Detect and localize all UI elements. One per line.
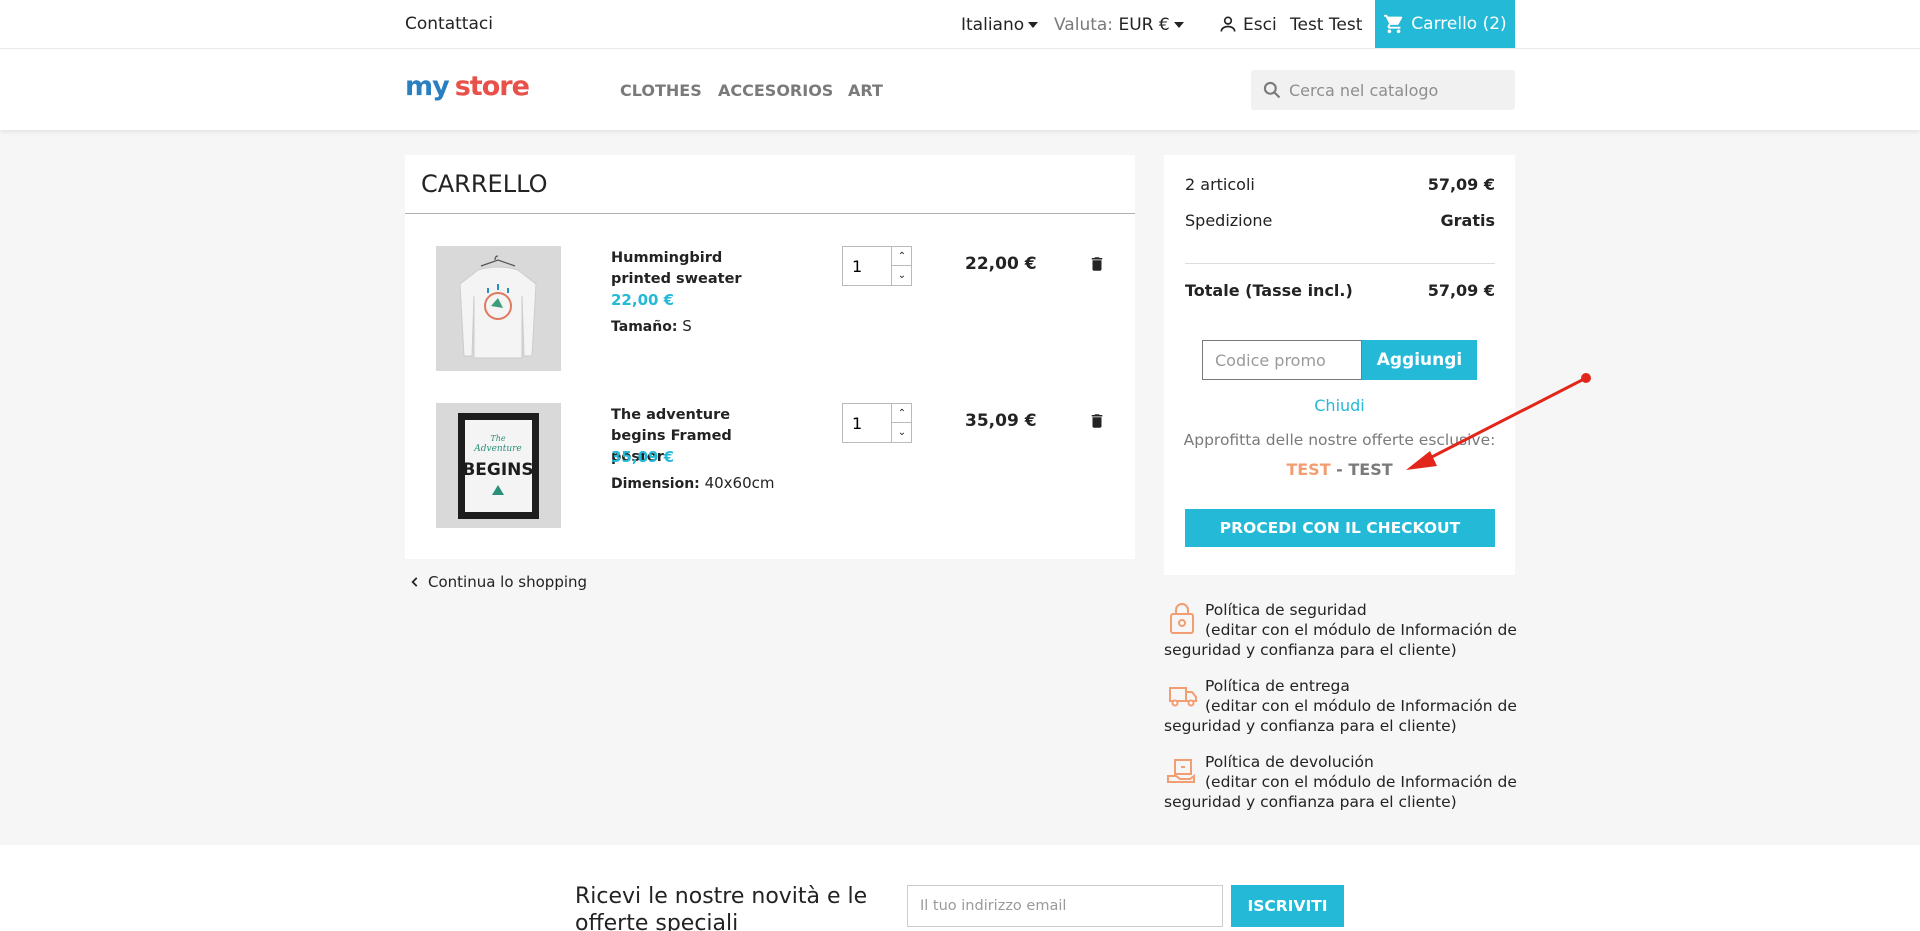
- offer-code-row: TEST - TEST: [1164, 460, 1515, 479]
- product-name[interactable]: Hummingbird printed sweater: [611, 248, 781, 290]
- cart-button[interactable]: Carrello (2): [1375, 0, 1515, 48]
- newsletter-email-input[interactable]: [907, 885, 1223, 927]
- divider: [1185, 263, 1495, 264]
- continue-shopping-label: Continua lo shopping: [428, 573, 588, 591]
- reassurance-title: Política de devolución: [1205, 753, 1374, 771]
- quantity-input[interactable]: [843, 404, 891, 442]
- main-header: my store CLOTHES ACCESORIOS ART: [0, 49, 1920, 130]
- chevron-left-icon: [411, 577, 418, 587]
- product-image-sweater[interactable]: [436, 246, 561, 371]
- reassurance-desc: (editar con el módulo de Información de …: [1164, 621, 1517, 659]
- reassurance-title: Política de seguridad: [1205, 601, 1367, 619]
- product-unit-price: 22,00 €: [611, 291, 675, 309]
- product-line-total: 35,09 €: [965, 411, 1037, 431]
- checkout-button[interactable]: PROCEDI CON IL CHECKOUT: [1185, 509, 1495, 547]
- cart-item: The Adventure BEGINS The adventure begin…: [405, 403, 1135, 533]
- promo-code-input[interactable]: [1202, 340, 1362, 380]
- chevron-up-icon[interactable]: ⌃: [891, 247, 912, 266]
- currency-label: Valuta:: [1054, 15, 1114, 35]
- chevron-down-icon[interactable]: ⌄: [891, 423, 912, 442]
- quantity-input[interactable]: [843, 247, 891, 285]
- language-selector[interactable]: Italiano: [961, 15, 1039, 35]
- user-icon[interactable]: [1218, 14, 1238, 34]
- shopping-cart-icon: [1384, 14, 1403, 34]
- attribute-label: Dimension:: [611, 476, 700, 492]
- close-promo-link[interactable]: Chiudi: [1164, 396, 1515, 415]
- store-logo[interactable]: my store: [405, 71, 530, 102]
- cart-button-label: Carrello (2): [1411, 14, 1507, 34]
- lock-icon: [1170, 603, 1194, 634]
- search-icon[interactable]: [1262, 80, 1282, 100]
- logo-part-1: my: [405, 71, 450, 102]
- summary-shipping-value: Gratis: [1440, 211, 1495, 230]
- newsletter-section: Ricevi le nostre novità e le offerte spe…: [0, 845, 1920, 931]
- cart-panel: CARRELLO Hummingbird printed sweater 22,…: [405, 155, 1135, 559]
- offer-separator: -: [1330, 460, 1349, 479]
- top-bar: Contattaci Italiano Valuta: EUR € Esci T…: [0, 0, 1920, 49]
- summary-total-value: 57,09 €: [1427, 281, 1495, 300]
- quantity-stepper: ⌃ ⌄: [842, 403, 912, 443]
- subscribe-button[interactable]: ISCRIVITI: [1231, 885, 1344, 927]
- logo-part-2: store: [454, 71, 530, 102]
- quantity-stepper: ⌃ ⌄: [842, 246, 912, 286]
- cart-item: Hummingbird printed sweater 22,00 € Tama…: [405, 246, 1135, 376]
- summary-items-label: 2 articoli: [1185, 175, 1255, 194]
- trash-icon[interactable]: [1088, 411, 1106, 431]
- return-box-icon: [1167, 759, 1195, 783]
- reassurance-item: Política de devolución (editar con el mó…: [1164, 752, 1524, 812]
- reassurance-item: Política de entrega (editar con el módul…: [1164, 676, 1524, 736]
- nav-clothes[interactable]: CLOTHES: [620, 81, 702, 100]
- search-input[interactable]: [1289, 70, 1509, 110]
- offer-code[interactable]: TEST: [1286, 460, 1330, 479]
- truck-icon: [1169, 687, 1197, 707]
- reassurance-title: Política de entrega: [1205, 677, 1350, 695]
- product-attribute: Dimension: 40x60cm: [611, 474, 775, 492]
- add-promo-button[interactable]: Aggiungi: [1362, 340, 1477, 380]
- summary-total-label: Totale (Tasse incl.): [1185, 281, 1353, 300]
- product-image-poster[interactable]: The Adventure BEGINS: [436, 403, 561, 528]
- divider: [405, 213, 1135, 214]
- reassurance-desc: (editar con el módulo de Información de …: [1164, 773, 1517, 811]
- summary-items-value: 57,09 €: [1427, 175, 1495, 194]
- summary-shipping-label: Spedizione: [1185, 211, 1273, 230]
- attribute-value: 40x60cm: [704, 474, 775, 492]
- account-link[interactable]: Test Test: [1290, 15, 1362, 35]
- chevron-down-icon[interactable]: ⌄: [891, 266, 912, 285]
- newsletter-title: Ricevi le nostre novità e le offerte spe…: [575, 884, 868, 931]
- trash-icon[interactable]: [1088, 254, 1106, 274]
- reassurance-item: Política de seguridad (editar con el mód…: [1164, 600, 1524, 660]
- reassurance-desc: (editar con el módulo de Información de …: [1164, 697, 1517, 735]
- poster-text-3: BEGINS: [462, 460, 533, 480]
- poster-text-1: The: [490, 434, 505, 443]
- poster-text-2: Adventure: [473, 444, 522, 454]
- caret-down-icon: [1028, 22, 1039, 28]
- caret-down-icon: [1173, 22, 1184, 28]
- summary-shipping-row: Spedizione Gratis: [1185, 211, 1495, 230]
- nav-art[interactable]: ART: [848, 81, 883, 100]
- search-box: [1251, 70, 1515, 110]
- nav-accesorios[interactable]: ACCESORIOS: [718, 81, 833, 100]
- attribute-value: S: [682, 317, 692, 335]
- currency-value: EUR €: [1118, 15, 1170, 35]
- signout-link[interactable]: Esci: [1243, 15, 1277, 35]
- product-line-total: 22,00 €: [965, 254, 1037, 274]
- cart-title: CARRELLO: [421, 170, 548, 198]
- contact-link[interactable]: Contattaci: [405, 14, 493, 34]
- continue-shopping-link[interactable]: Continua lo shopping: [408, 573, 587, 591]
- offers-text: Approfitta delle nostre offerte esclusiv…: [1183, 431, 1496, 449]
- chevron-up-icon[interactable]: ⌃: [891, 404, 912, 423]
- language-label: Italiano: [961, 15, 1025, 35]
- product-attribute: Tamaño: S: [611, 317, 692, 335]
- product-unit-price: 35,09 €: [611, 448, 675, 466]
- cart-summary: 2 articoli 57,09 € Spedizione Gratis Tot…: [1164, 155, 1515, 575]
- attribute-label: Tamaño:: [611, 319, 678, 335]
- summary-total-row: Totale (Tasse incl.) 57,09 €: [1185, 281, 1495, 300]
- currency-selector[interactable]: Valuta: EUR €: [1054, 15, 1184, 35]
- offer-name: TEST: [1348, 460, 1393, 479]
- summary-items-row: 2 articoli 57,09 €: [1185, 175, 1495, 194]
